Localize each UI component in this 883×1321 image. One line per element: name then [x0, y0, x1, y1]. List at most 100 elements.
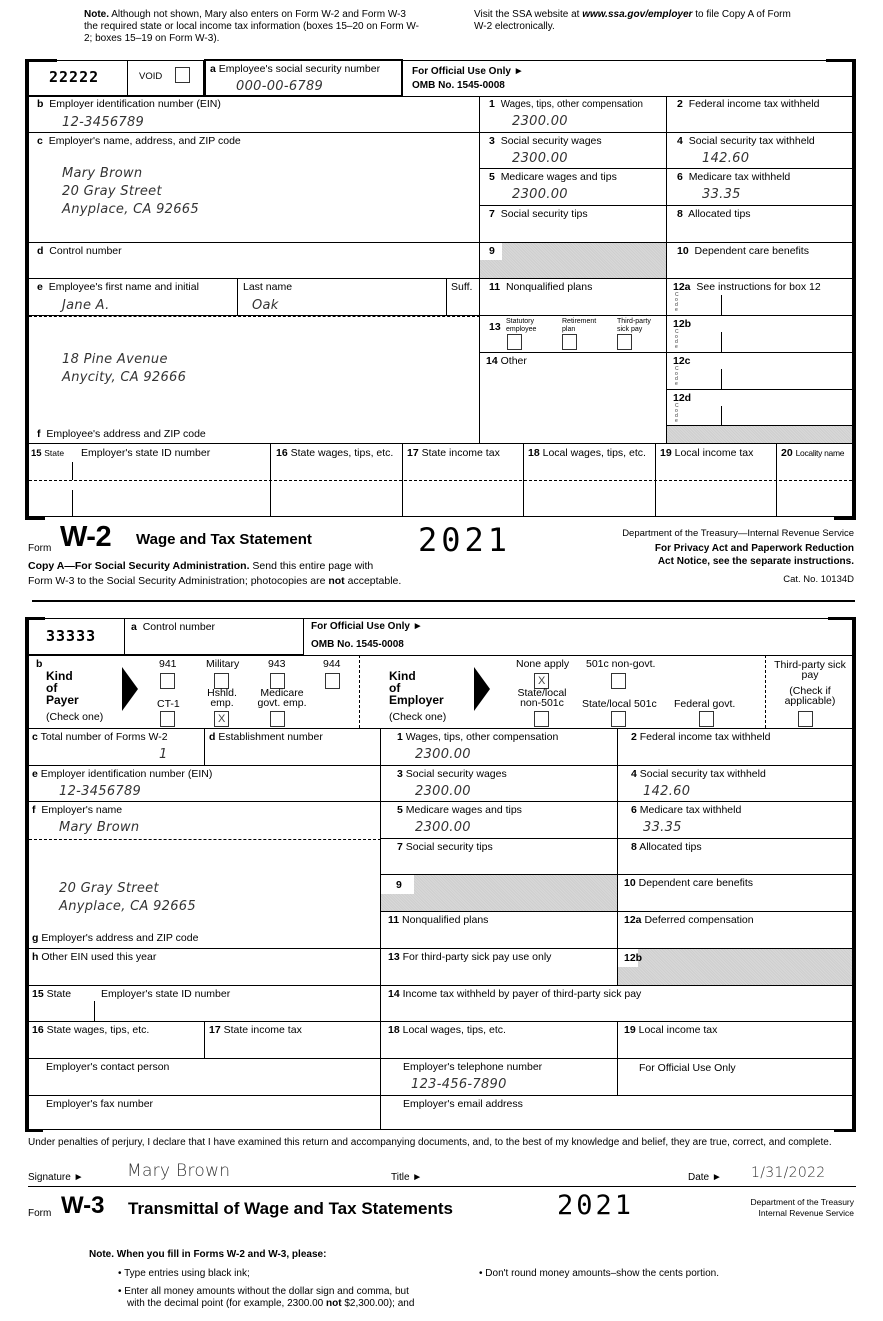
employee-address-label: Employee's address and ZIP code — [46, 428, 206, 440]
w3-medicare-wages-value[interactable]: 2300.00 — [415, 820, 471, 835]
w3-box-6: 6 Medicare tax withheld 33.35 — [618, 802, 852, 839]
w2-box-7: 7 Social security tips — [480, 206, 667, 243]
payer-941-checkbox[interactable] — [160, 673, 175, 689]
ssa-link[interactable]: www.ssa.gov/employer — [582, 9, 692, 20]
payer-medicare-checkbox[interactable] — [270, 711, 285, 727]
code-label: Code — [675, 329, 679, 350]
w2-box-b: b Employer identification number (EIN) 1… — [29, 96, 480, 133]
employer-address-value[interactable]: Mary Brown 20 Gray Street Anyplace, CA 926… — [62, 165, 199, 219]
signature-value[interactable]: Mary Brown — [127, 1161, 230, 1181]
w3-medicare-tax-value[interactable]: 33.35 — [643, 820, 682, 835]
w3-wages-value[interactable]: 2300.00 — [415, 747, 471, 762]
payer-941-label: 941 — [159, 658, 177, 670]
w2-box-6: 6 Medicare tax withheld 33.35 — [667, 169, 852, 206]
w3-box-18: 18 Local wages, tips, etc. — [381, 1022, 618, 1059]
third-party-sick-pay-checkbox[interactable] — [798, 711, 813, 727]
w2-box-10: 10 Dependent care benefits — [667, 243, 852, 279]
w3-right-border — [852, 617, 856, 1131]
w3-form-word: Form — [28, 1208, 52, 1219]
other-ein-label: Other EIN used this year — [41, 951, 157, 963]
third-party-checkbox[interactable] — [617, 334, 632, 350]
wages-value[interactable]: 2300.00 — [512, 114, 568, 129]
state-id-label: Employer's state ID number — [81, 447, 211, 459]
statutory-checkbox[interactable] — [507, 334, 522, 350]
employee-address-value[interactable]: 18 Pine Avenue Anycity, CA 92666 — [62, 351, 186, 387]
medicare-wages-value[interactable]: 2300.00 — [512, 187, 568, 202]
w3-box-8: 8 Allocated tips — [618, 839, 852, 875]
w3-box-15: 15 State Employer's state ID number — [29, 986, 381, 1022]
employer-state-non501c-label: State/local non-501c — [517, 687, 567, 709]
payer-medicare-label: Medicare govt. emp. — [257, 687, 307, 709]
retirement-checkbox[interactable] — [562, 334, 577, 350]
form-separator — [32, 600, 855, 602]
medicare-tax-value[interactable]: 33.35 — [702, 187, 741, 202]
employee-last-name-value[interactable]: Oak — [252, 298, 279, 313]
official-use-label: For Official Use Only ► — [412, 66, 524, 77]
retirement-label: Retirement plan — [562, 318, 597, 333]
total-forms-value[interactable]: 1 — [159, 747, 168, 762]
w3-box-b: b Kind of Payer (Check one) 941 Military 9… — [29, 655, 852, 729]
w2-form-code-cell: 22222 — [29, 60, 128, 96]
payer-military-label: Military — [206, 658, 240, 670]
ss-wages-value[interactable]: 2300.00 — [512, 151, 568, 166]
w2-box-8: 8 Allocated tips — [667, 206, 852, 243]
email-label: Employer's email address — [403, 1098, 523, 1110]
payer-ct1-checkbox[interactable] — [160, 711, 175, 727]
w3-ein-value[interactable]: 12-3456789 — [59, 784, 141, 799]
w3-form-code: 33333 — [46, 627, 97, 645]
w3-year: 2021 — [557, 1190, 635, 1221]
w3-box-16: 16 State wages, tips, etc. — [29, 1022, 205, 1059]
w3-state-id-label: Employer's state ID number — [101, 988, 231, 1000]
employer-state-501c-checkbox[interactable] — [611, 711, 626, 727]
ssn-value[interactable]: 000-00-6789 — [236, 79, 323, 94]
w3-official-use-label: For Official Use Only ► — [311, 621, 423, 632]
employee-first-name-label: Employee's first name and initial — [48, 281, 199, 293]
fax-label: Employer's fax number — [46, 1098, 154, 1110]
w3-telephone: Employer's telephone number 123-456-7890 — [381, 1059, 618, 1096]
w3-box-13: 13 For third-party sick pay use only — [381, 949, 618, 986]
date-value[interactable]: 1/31/2022 — [751, 1165, 825, 1181]
w3-employer-name-value[interactable]: Mary Brown — [59, 820, 139, 835]
employer-501c-checkbox[interactable] — [611, 673, 626, 689]
employee-first-name-value[interactable]: Jane A. — [62, 298, 110, 313]
kind-of-employer-title: Kind of Employer — [389, 669, 444, 707]
w3-form-code-cell: 33333 — [29, 618, 125, 655]
telephone-value[interactable]: 123-456-7890 — [411, 1077, 507, 1092]
w3-ss-tax-value[interactable]: 142.60 — [643, 784, 690, 799]
w3-box-1: 1 Wages, tips, other compensation 2300.0… — [381, 729, 618, 766]
w2-year: 2021 — [418, 521, 512, 559]
payer-ct1-label: CT-1 — [157, 698, 180, 710]
w2-box-1: 1 Wages, tips, other compensation 2300.0… — [480, 96, 667, 133]
w2-box-13: 13 Statutory employee Retirement plan Th… — [480, 316, 667, 353]
ss-tax-value[interactable]: 142.60 — [702, 151, 749, 166]
code-label: Code — [675, 366, 679, 387]
kind-of-payer-title: Kind of Payer — [46, 669, 79, 707]
w2-privacy-line2: Act Notice, see the separate instruction… — [657, 556, 854, 567]
w2-box-12a: 12a See instructions for box 12 Code — [667, 279, 852, 316]
w3-box-12a: 12a Deferred compensation — [618, 912, 852, 949]
w2-shaded-area — [667, 426, 852, 444]
w2-box-f: 18 Pine Avenue Anycity, CA 92666 f Employ… — [29, 316, 480, 444]
payer-944-label: 944 — [323, 658, 341, 670]
w2-box-d: d Control number — [29, 243, 480, 279]
w3-box-3: 3 Social security wages 2300.00 — [381, 766, 618, 802]
ein-value[interactable]: 12-3456789 — [62, 115, 144, 130]
employer-state-non501c-checkbox[interactable] — [534, 711, 549, 727]
w3-ss-wages-value[interactable]: 2300.00 — [415, 784, 471, 799]
w2-box-12d: 12d Code — [667, 390, 852, 426]
title-label: Title ► — [391, 1172, 423, 1183]
ssn-box: a Employee's social security number 000-… — [204, 59, 403, 97]
w3-box-4: 4 Social security tax withheld 142.60 — [618, 766, 852, 802]
third-party-label: Third-party sick pay — [617, 318, 651, 333]
void-checkbox[interactable] — [175, 67, 190, 83]
w3-ein-label: Employer identification number (EIN) — [40, 768, 213, 780]
note-label: Note. — [84, 9, 109, 20]
payer-hshld-checkbox[interactable] — [214, 711, 229, 727]
payer-944-checkbox[interactable] — [325, 673, 340, 689]
kind-of-payer-hint: (Check one) — [46, 711, 104, 723]
w3-box-a: a Control number — [125, 618, 304, 655]
employer-state-501c-label: State/local 501c — [582, 698, 657, 710]
w2-box-2: 2 Federal income tax withheld — [667, 96, 852, 133]
employer-federal-checkbox[interactable] — [699, 711, 714, 727]
w3-employer-address-value[interactable]: 20 Gray Street Anyplace, CA 92665 — [59, 880, 196, 916]
